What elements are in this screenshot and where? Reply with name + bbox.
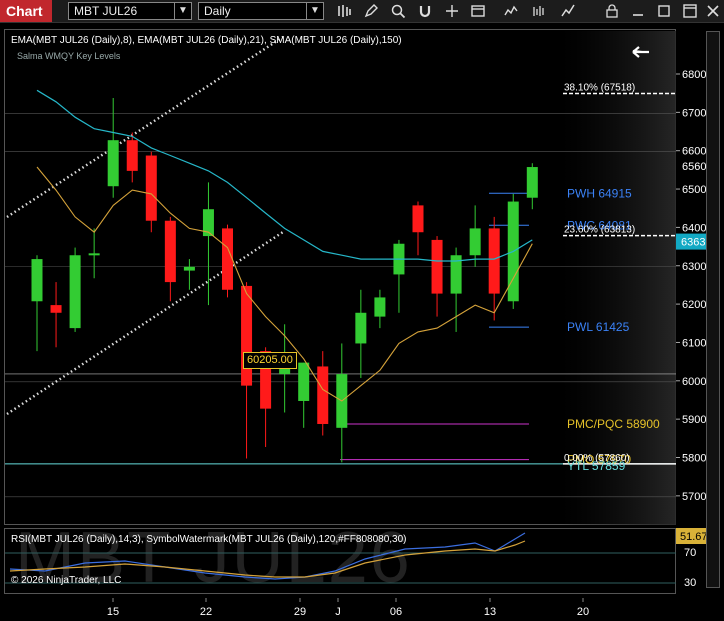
date-tick-label: J xyxy=(335,606,341,618)
interval-value: Daily xyxy=(204,4,231,18)
date-tick-label: 29 xyxy=(294,606,306,618)
candle-body[interactable] xyxy=(145,155,157,221)
properties-icon[interactable] xyxy=(470,3,486,19)
pmc-label: PMC/PQC 58900 xyxy=(567,417,660,431)
candle-body[interactable] xyxy=(488,228,500,294)
rsi-tick-label: 30 xyxy=(684,577,696,589)
rsi-legend: RSI(MBT JUL26 (Daily),14,3), SymbolWater… xyxy=(11,534,407,545)
candle-body[interactable] xyxy=(31,259,43,302)
price-chart[interactable]: 38.10% (67518)PWH 64915PWC 6408123.60% (… xyxy=(5,30,677,526)
chevron-down-icon[interactable]: ▼ xyxy=(306,3,323,19)
maximize-icon[interactable] xyxy=(682,3,698,19)
candle-body[interactable] xyxy=(374,297,386,317)
candle-body[interactable] xyxy=(412,205,424,233)
bar-type-icon[interactable] xyxy=(336,3,352,19)
candle-body[interactable] xyxy=(50,305,62,313)
pencil-icon[interactable] xyxy=(363,3,379,19)
rsi-value-label: 51.67 xyxy=(680,531,708,543)
date-tick-label: 13 xyxy=(484,606,496,618)
pwl-label: PWL 61425 xyxy=(567,320,630,334)
crosshair-icon[interactable] xyxy=(444,3,460,19)
candle-body[interactable] xyxy=(107,140,119,187)
candle-body[interactable] xyxy=(88,253,100,256)
copyright-text: © 2026 NinjaTrader, LLC xyxy=(11,575,122,586)
strategies-icon[interactable] xyxy=(531,3,547,19)
candle-body[interactable] xyxy=(222,228,233,290)
key-levels-label: Salma WMQY Key Levels xyxy=(17,51,121,61)
lock-icon[interactable] xyxy=(604,3,620,19)
candle-body[interactable] xyxy=(355,312,367,344)
candle-body[interactable] xyxy=(126,140,138,171)
cursor-price-label: 60205.00 xyxy=(243,352,297,369)
close-icon[interactable] xyxy=(705,3,721,19)
fib-23-label: 23.60% (63813) xyxy=(564,225,635,236)
candle-body[interactable] xyxy=(183,266,195,271)
date-tick-label: 22 xyxy=(200,606,212,618)
price-panel[interactable]: 38.10% (67518) PWH 64915 PWC 64081 23.60% (… xyxy=(4,29,677,526)
rsi-panel[interactable]: MBT JUL26 RSI(MBT JUL26 (Daily),14,3), S… xyxy=(4,518,677,598)
candle-body[interactable] xyxy=(164,220,176,283)
chevron-down-icon[interactable]: ▼ xyxy=(174,3,191,19)
date-tick-label: 20 xyxy=(577,606,589,618)
candle-body[interactable] xyxy=(526,167,538,198)
candle-body[interactable] xyxy=(298,362,310,401)
candle-body[interactable] xyxy=(241,285,253,386)
magnet-icon[interactable] xyxy=(417,3,433,19)
drawing-tools-icon[interactable] xyxy=(560,3,576,19)
instrument-selector[interactable]: MBT JUL26 ▼ xyxy=(68,2,192,20)
rsi-tick-label: 70 xyxy=(684,547,696,559)
candle-body[interactable] xyxy=(469,228,481,256)
interval-selector[interactable]: Daily ▼ xyxy=(198,2,324,20)
toolbar: Chart MBT JUL26 ▼ Daily ▼ xyxy=(0,0,724,23)
fib-0-label: 0.00% (57860) xyxy=(564,453,630,464)
vertical-scrollbar[interactable] xyxy=(706,31,720,588)
indicator-legend: EMA(MBT JUL26 (Daily),8), EMA(MBT JUL26 … xyxy=(11,35,402,46)
chart-tab[interactable]: Chart xyxy=(0,0,52,22)
candle-body[interactable] xyxy=(317,366,329,424)
date-tick-label: 15 xyxy=(107,606,119,618)
minimize-icon[interactable] xyxy=(630,3,646,19)
candle-body[interactable] xyxy=(69,255,81,329)
date-axis[interactable]: 15 22 29 J 06 13 20 xyxy=(4,598,676,621)
instrument-value: MBT JUL26 xyxy=(74,4,138,18)
date-tick-label: 06 xyxy=(390,606,402,618)
zoom-icon[interactable] xyxy=(390,3,406,19)
indicators-icon[interactable] xyxy=(503,3,519,19)
pwh-label: PWH 64915 xyxy=(567,186,632,200)
candle-body[interactable] xyxy=(431,239,443,294)
projection-zone xyxy=(561,31,676,525)
restore-icon[interactable] xyxy=(656,3,672,19)
upper-channel-line[interactable] xyxy=(6,35,284,219)
fib-38-label: 38.10% (67518) xyxy=(564,82,635,93)
